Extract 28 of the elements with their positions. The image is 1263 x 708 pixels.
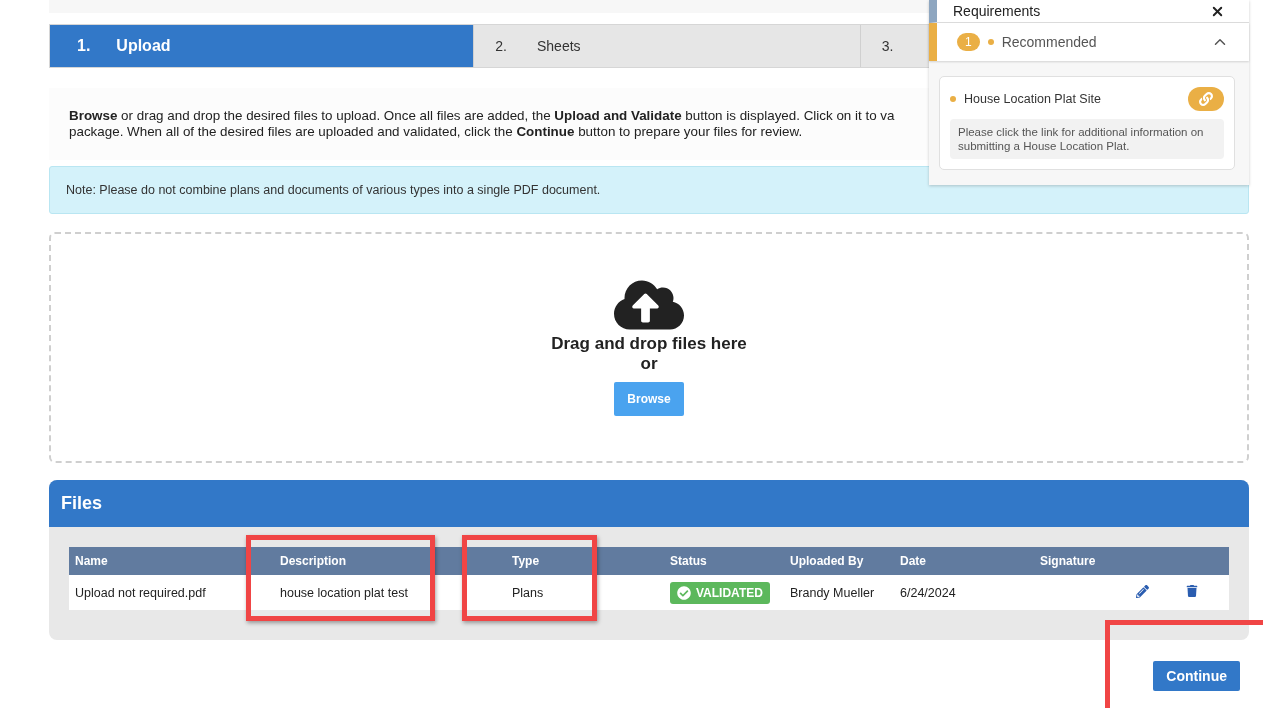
status-badge: VALIDATED (670, 581, 770, 604)
table-cell: Upload not required.pdf (69, 575, 270, 610)
edit-icon[interactable] (1136, 584, 1149, 598)
requirement-title: House Location Plat Site (964, 92, 1101, 106)
group-label: Recommended (1001, 34, 1097, 50)
delete-icon[interactable] (1186, 585, 1198, 597)
bullet-icon (950, 96, 956, 102)
drop-title: Drag and drop files here (551, 334, 747, 354)
table-cell: house location plat test (270, 575, 462, 610)
bullet-icon (987, 39, 994, 45)
step-tab[interactable]: 2. Sheets (474, 25, 861, 67)
column-header: Status (660, 547, 780, 575)
column-header: Uploaded By (780, 547, 890, 575)
step-tab[interactable]: 1. Upload (50, 25, 475, 67)
group-header[interactable]: 1 Recommended (929, 23, 1249, 61)
column-header: Date (890, 547, 1030, 575)
continue-button[interactable]: Continue (1153, 661, 1240, 691)
files-title: Files (49, 480, 1249, 527)
link-icon (1199, 92, 1213, 106)
table-cell: Brandy Mueller (780, 575, 890, 610)
column-header: Signature (1030, 547, 1130, 575)
table-cell: 6/24/2024 (890, 575, 1030, 610)
drop-zone[interactable]: Drag and drop files here or Browse (49, 232, 1249, 463)
or-text: or (640, 354, 658, 374)
requirement-description: Please click the link for additional information on submitting a House Location Plat. (950, 119, 1224, 159)
panel-title: Requirements (953, 3, 1041, 19)
column-header: Name (69, 547, 270, 575)
count-badge: 1 (957, 33, 980, 51)
